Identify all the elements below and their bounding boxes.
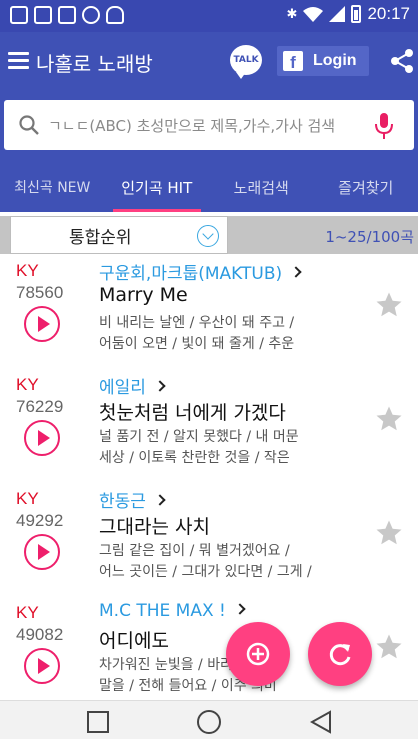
wifi-icon <box>303 7 324 22</box>
brand-label: KY <box>16 375 39 394</box>
add-fab-button[interactable] <box>226 622 290 686</box>
status-bar: ✱ 20:17 <box>0 0 418 32</box>
chevron-right-icon <box>234 603 246 615</box>
tab-favorites[interactable]: 즐겨찾기 <box>314 162 418 212</box>
kakaotalk-button[interactable]: TALK <box>230 45 262 79</box>
mail-icon <box>58 6 76 24</box>
song-title: 어디에도 <box>99 630 169 652</box>
lyric-line: 차가워진 눈빛을 / 바라보다 / 이 <box>99 657 286 673</box>
chevron-down-icon <box>197 225 219 247</box>
play-button[interactable] <box>24 534 60 570</box>
signal-icon <box>329 6 346 22</box>
play-button[interactable] <box>24 648 60 684</box>
back-icon[interactable] <box>310 710 332 734</box>
chevron-right-icon <box>290 266 302 278</box>
lyric-preview: 비 내리는 날엔 / 우산이 돼 주고 / 어둠이 오면 / 빛이 돼 줄게 /… <box>99 313 339 355</box>
play-button[interactable] <box>24 420 60 456</box>
lyric-line: 널 품기 전 / 알지 못했다 / 내 머문 <box>99 429 299 445</box>
artist-name: 한동근 <box>99 492 146 512</box>
lyric-line: 어느 곳이든 / 그대가 있다면 / 그게 / <box>99 564 312 580</box>
notification-icons <box>10 6 124 24</box>
tab-new[interactable]: 최신곡 NEW <box>0 162 105 212</box>
system-icons: ✱ 20:17 <box>287 4 410 24</box>
song-item[interactable]: KY 78560 구윤회,마크툽(MAKTUB) Marry Me 비 내리는 … <box>0 256 418 370</box>
text-icon <box>10 6 28 24</box>
song-item[interactable]: KY 49292 한동근 그대라는 사치 그림 같은 집이 / 뭐 별거겠어요 … <box>0 484 418 598</box>
star-icon[interactable] <box>374 290 404 320</box>
song-number: 49292 <box>16 511 64 530</box>
artist-name: 구윤회,마크툽(MAKTUB) <box>99 264 283 284</box>
android-icon <box>106 6 124 24</box>
chevron-right-icon <box>154 380 166 392</box>
brand-label: KY <box>16 489 39 508</box>
image-icon <box>34 6 52 24</box>
tab-bar: 최신곡 NEW 인기곡 HIT 노래검색 즐겨찾기 <box>0 162 418 212</box>
login-label: Login <box>313 52 357 69</box>
star-icon[interactable] <box>374 404 404 434</box>
lyric-preview: 널 품기 전 / 알지 못했다 / 내 머문 세상 / 이토록 찬란한 것을 /… <box>99 427 339 469</box>
navigation-bar <box>0 700 418 739</box>
sort-dropdown[interactable]: 통합순위 <box>10 216 228 254</box>
clock: 20:17 <box>367 4 410 23</box>
artist-name: M.C THE MAX ! <box>99 601 226 621</box>
search-input[interactable]: ㄱㄴㄷ(ABC) 초성만으로 제목,가수,가사 검색 <box>4 100 414 150</box>
facebook-icon: f <box>283 51 303 71</box>
lyric-preview: 차가워진 눈빛을 / 바라보다 / 이 말을 / 전해 들어요 / 이주 의미 <box>99 655 339 697</box>
song-title: 첫눈처럼 너에게 가겠다 <box>99 402 286 424</box>
star-icon[interactable] <box>374 632 404 662</box>
artist-link[interactable]: 한동근 <box>99 487 166 512</box>
page-range: 1~25/100곡 <box>325 228 414 246</box>
lyric-line: 말을 / 전해 들어요 / 이주 의미 <box>99 678 277 694</box>
search-icon <box>19 115 39 135</box>
battery-icon <box>351 5 362 23</box>
song-number: 76229 <box>16 397 64 416</box>
star-icon[interactable] <box>374 518 404 548</box>
lyric-line: 세상 / 이토록 찬란한 것을 / 작은 <box>99 450 290 466</box>
sort-label: 통합순위 <box>69 227 132 248</box>
lyric-line: 그림 같은 집이 / 뭐 별거겠어요 / <box>99 543 290 559</box>
song-title: Marry Me <box>99 284 188 306</box>
play-button[interactable] <box>24 306 60 342</box>
app-title: 나홀로 노래방 <box>36 52 153 76</box>
song-number: 78560 <box>16 283 64 302</box>
search-placeholder: ㄱㄴㄷ(ABC) 초성만으로 제목,가수,가사 검색 <box>48 116 336 135</box>
refresh-icon <box>329 644 351 666</box>
share-icon[interactable] <box>390 48 414 74</box>
brand-label: KY <box>16 261 39 280</box>
lyric-preview: 그림 같은 집이 / 뭐 별거겠어요 / 어느 곳이든 / 그대가 있다면 / … <box>99 541 339 583</box>
refresh-fab-button[interactable] <box>308 622 372 686</box>
song-item[interactable]: KY 76229 에일리 첫눈처럼 너에게 가겠다 널 품기 전 / 알지 못했… <box>0 370 418 484</box>
menu-icon[interactable] <box>8 52 29 70</box>
tab-hit[interactable]: 인기곡 HIT <box>105 162 210 212</box>
search-area: ㄱㄴㄷ(ABC) 초성만으로 제목,가수,가사 검색 <box>0 90 418 162</box>
artist-link[interactable]: 구윤회,마크툽(MAKTUB) <box>99 259 302 284</box>
bluetooth-icon: ✱ <box>286 6 298 22</box>
home-icon[interactable] <box>197 710 221 734</box>
artist-link[interactable]: M.C THE MAX ! <box>99 601 246 621</box>
artist-name: 에일리 <box>99 378 146 398</box>
microphone-icon[interactable] <box>374 112 394 140</box>
lyric-line: 어둠이 오면 / 빛이 돼 줄게 / 추운 <box>99 336 295 352</box>
chevron-right-icon <box>154 494 166 506</box>
facebook-login-button[interactable]: f Login <box>277 46 369 76</box>
song-number: 49082 <box>16 625 64 644</box>
add-icon <box>246 642 270 666</box>
brand-label: KY <box>16 603 39 622</box>
recents-icon[interactable] <box>87 711 109 733</box>
app-bar: 나홀로 노래방 TALK f Login <box>0 32 418 90</box>
filter-row: 통합순위 1~25/100곡 <box>0 212 418 256</box>
song-title: 그대라는 사치 <box>99 516 210 538</box>
artist-link[interactable]: 에일리 <box>99 373 166 398</box>
usb-icon <box>82 6 100 24</box>
lyric-line: 비 내리는 날엔 / 우산이 돼 주고 / <box>99 315 295 331</box>
tab-search[interactable]: 노래검색 <box>209 162 314 212</box>
